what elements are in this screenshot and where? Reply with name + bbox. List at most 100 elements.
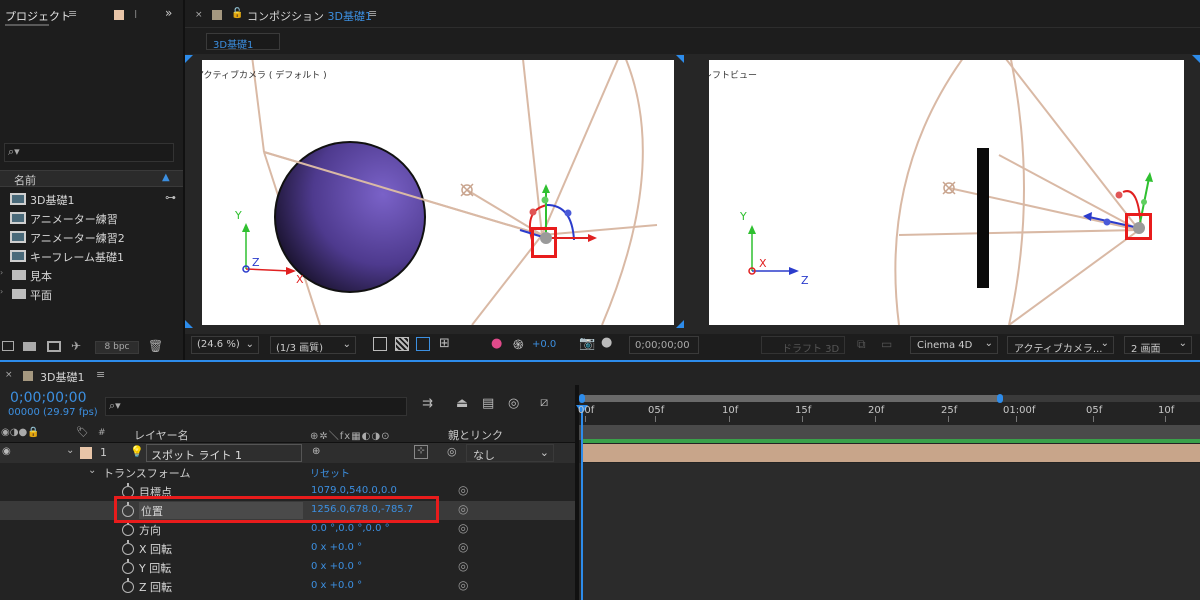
chevron-down-icon: ⌄ (984, 338, 993, 349)
interpret-footage-icon[interactable] (2, 341, 14, 351)
expression-pickwhip-icon[interactable]: ◎ (458, 502, 468, 516)
project-folder-item[interactable]: › 見本 (0, 265, 183, 284)
comp-panel-menu-icon[interactable]: ≡ (368, 7, 377, 20)
project-comp-item[interactable]: アニメーター練習2 (0, 227, 183, 246)
transform-twirl-icon[interactable]: ⌄ (88, 465, 96, 476)
timeline-timecode[interactable]: 0;00;00;00 (10, 390, 87, 406)
camera-view-select[interactable]: アクティブカメラ... ⌄ (1007, 336, 1114, 354)
new-folder-icon[interactable] (23, 342, 36, 351)
exposure-value[interactable]: +0.0 (532, 339, 556, 350)
stopwatch-icon[interactable] (122, 578, 134, 593)
color-channels-icon[interactable]: ● (491, 336, 502, 351)
comp-breadcrumb[interactable]: 3D基礎1 (206, 33, 280, 51)
work-area-start-handle[interactable] (579, 394, 585, 403)
parent-column[interactable]: 親とリンク (448, 427, 503, 443)
project-comp-item[interactable]: キーフレーム基礎1 (0, 246, 183, 265)
twirl-down-icon[interactable]: ⌄ (66, 445, 74, 456)
expression-pickwhip-icon[interactable]: ◎ (458, 483, 468, 497)
lock-icon[interactable]: 🔓 (231, 8, 243, 19)
layer-name-column[interactable]: レイヤー名 (134, 427, 189, 443)
property-value[interactable]: 0 x +0.0 ° (311, 561, 362, 572)
point-of-interest-icon[interactable] (460, 183, 474, 197)
stopwatch-icon[interactable] (122, 540, 134, 555)
work-area-end-handle[interactable] (997, 394, 1003, 403)
comp-mini-flowchart-icon[interactable]: ⇉ (422, 396, 433, 411)
current-time-indicator[interactable] (581, 407, 583, 600)
view-layout-select[interactable]: 2 画面 ⌄ (1124, 336, 1192, 355)
expression-pickwhip-icon[interactable]: ◎ (458, 559, 468, 573)
stopwatch-icon[interactable] (122, 559, 134, 574)
project-folder-item[interactable]: › 平面 (0, 284, 183, 303)
render-queue-icon[interactable]: ✈ (71, 339, 81, 353)
frame-blending-icon[interactable]: ◎ (508, 396, 519, 411)
expand-panels-icon[interactable]: » (165, 6, 172, 20)
expression-pickwhip-icon[interactable]: ◎ (458, 578, 468, 592)
timeline-tab[interactable]: 3D基礎1 (40, 369, 84, 385)
time-graph[interactable] (576, 385, 1200, 600)
effects-tab-icon[interactable]: I (134, 8, 137, 21)
comp-tab[interactable]: コンポジション 3D基礎1 (247, 8, 372, 24)
draft-3d-timeline-icon[interactable]: ⏏ (456, 396, 468, 411)
plane-layer[interactable] (977, 148, 989, 288)
video-toggle-icon[interactable]: ◉ (2, 446, 11, 457)
mask-visibility-icon[interactable] (416, 337, 430, 351)
current-time-field[interactable]: 0;00;00;00 (629, 336, 699, 354)
draft-3d-button[interactable]: ドラフト 3D (761, 336, 845, 355)
project-column-header[interactable]: 名前 ▲ (0, 170, 183, 187)
project-comp-item[interactable]: アニメーター練習 (0, 208, 183, 227)
expand-arrow-icon[interactable]: › (0, 287, 3, 296)
layer-duration-bar[interactable] (582, 444, 1200, 462)
transparency-grid-icon[interactable] (395, 337, 409, 351)
close-timeline-tab-icon[interactable]: × (5, 370, 13, 380)
project-search-input[interactable]: ⌕▾ (4, 143, 174, 162)
renderer-select[interactable]: Cinema 4D ⌄ (910, 336, 998, 354)
region-of-interest-icon[interactable]: ⊞ (439, 336, 450, 351)
resolution-select[interactable]: (1/3 画質) ⌄ (270, 336, 356, 354)
active-camera-viewport[interactable]: Y Z X アクティブカメラ ( デフォルト ) (202, 60, 674, 325)
transform-reset-link[interactable]: リセット (310, 465, 350, 480)
sphere-layer[interactable] (274, 141, 426, 293)
layer-row[interactable]: ◉ ⌄ 1 💡 スポット ライト 1 ⊕ ⊹ ◎ なし ⌄ (0, 443, 575, 463)
show-snapshot-icon[interactable]: ● (601, 335, 612, 350)
shy-switch-icon[interactable]: ⊕ (312, 446, 320, 457)
left-view-viewport[interactable]: Y X Z レフトビュー (709, 60, 1184, 325)
close-tab-icon[interactable]: × (195, 10, 203, 20)
extended-viewer-icon[interactable]: ⧉ (857, 337, 866, 352)
expand-arrow-icon[interactable]: › (0, 268, 3, 277)
snapshot-icon[interactable]: 📷 (579, 336, 595, 351)
stopwatch-icon[interactable] (122, 521, 134, 536)
project-tab[interactable]: プロジェクト (5, 8, 71, 24)
property-value[interactable]: 1079.0,540.0,0.0 (311, 485, 397, 496)
expression-pickwhip-icon[interactable]: ◎ (458, 540, 468, 554)
layer-color-label[interactable] (80, 447, 92, 459)
layer-name-field[interactable]: スポット ライト 1 (146, 444, 302, 462)
parent-select[interactable]: なし ⌄ (466, 444, 554, 462)
bpc-badge[interactable]: 8 bpc (95, 341, 139, 354)
work-area-bar[interactable] (582, 395, 1002, 402)
new-comp-icon[interactable] (47, 341, 61, 352)
property-row[interactable]: Z 回転 0 x +0.0 ° ◎ (0, 577, 575, 596)
timeline-menu-icon[interactable]: ≡ (96, 368, 105, 381)
flowchart-icon[interactable]: ⊶ (165, 191, 176, 204)
3d-ground-plane-icon[interactable]: ▭ (881, 337, 892, 351)
viewer-corner-tr2 (1192, 55, 1200, 63)
property-value[interactable]: 0 x +0.0 ° (311, 580, 362, 591)
shy-layers-icon[interactable]: ▤ (482, 396, 494, 411)
panel-menu-icon[interactable]: ≡ (68, 7, 77, 20)
property-row[interactable]: X 回転 0 x +0.0 ° ◎ (0, 539, 575, 558)
expression-pickwhip-icon[interactable]: ◎ (458, 521, 468, 535)
zoom-select[interactable]: (24.6 %) ⌄ (191, 336, 259, 354)
exposure-reset-icon[interactable]: ֍ (513, 335, 524, 353)
property-row[interactable]: Y 回転 0 x +0.0 ° ◎ (0, 558, 575, 577)
transform-group[interactable]: ⌄ トランスフォーム リセット (0, 463, 575, 482)
3d-layer-switch[interactable]: ⊹ (414, 445, 428, 459)
graph-editor-icon[interactable]: ⧄ (540, 395, 548, 410)
timeline-search-input[interactable]: ⌕▾ (105, 397, 407, 416)
property-value[interactable]: 0 x +0.0 ° (311, 542, 362, 553)
property-value[interactable]: 0.0 °,0.0 °,0.0 ° (311, 523, 390, 534)
fast-preview-icon[interactable] (373, 337, 387, 351)
trash-icon[interactable]: 🗑 (148, 339, 163, 353)
sort-asc-icon[interactable]: ▲ (162, 172, 170, 183)
project-comp-item[interactable]: 3D基礎1 ⊶ (0, 189, 183, 208)
parent-pickwhip-icon[interactable]: ◎ (447, 445, 457, 458)
